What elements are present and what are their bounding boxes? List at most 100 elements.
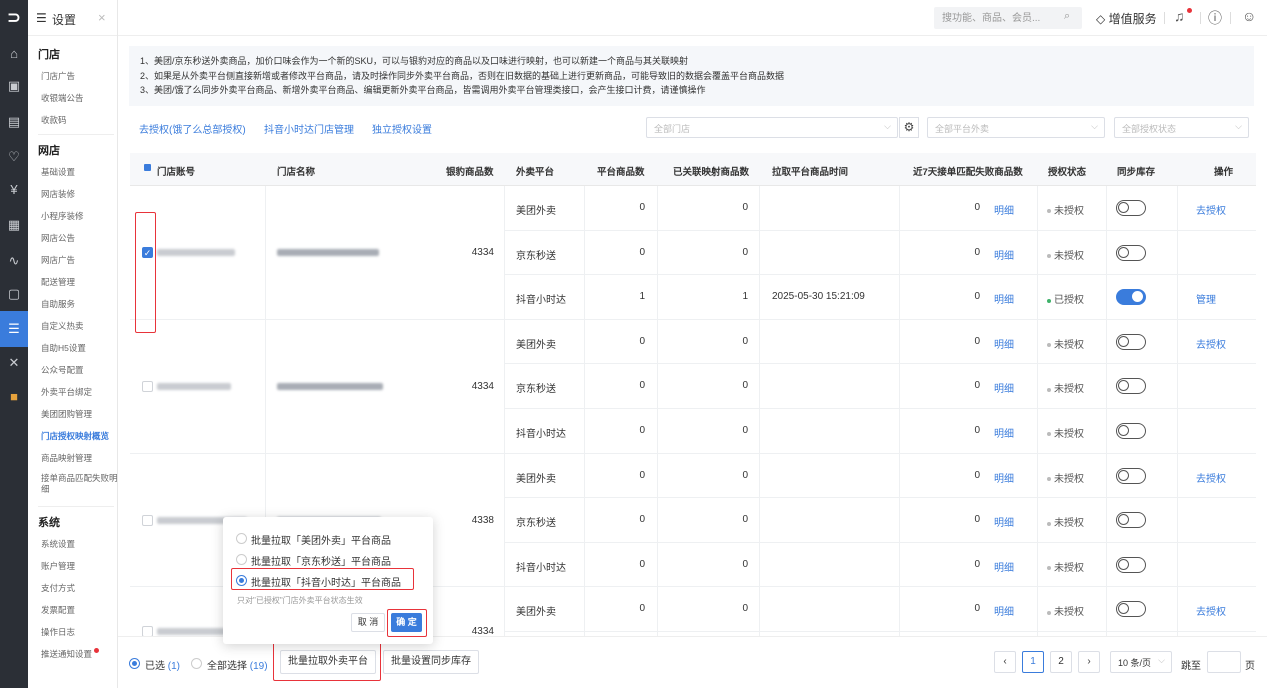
menu-item-basic-settings[interactable]: 基础设置: [41, 166, 117, 178]
gear-icon[interactable]: ⚙: [899, 117, 919, 138]
menu-item-accounts[interactable]: 账户管理: [41, 560, 117, 572]
detail-link[interactable]: 明细: [994, 247, 1014, 262]
detail-link[interactable]: 明细: [994, 470, 1014, 485]
sync-stock-toggle[interactable]: [1116, 512, 1146, 529]
selected-radio[interactable]: [129, 658, 140, 669]
sync-stock-toggle[interactable]: [1116, 378, 1146, 395]
menu-item-platform-binding[interactable]: 外卖平台绑定: [41, 386, 117, 398]
menu-item-online-ad[interactable]: 网店广告: [41, 254, 117, 266]
menu-item-cashier-notice[interactable]: 收银端公告: [41, 92, 117, 104]
menu-item-push-settings[interactable]: 推送通知设置: [41, 648, 117, 660]
auth-status-text: 未授权: [1054, 473, 1084, 485]
menu-item-store-ad[interactable]: 门店广告: [41, 70, 117, 82]
detail-link[interactable]: 明细: [994, 603, 1014, 618]
menu-item-auth-mapping[interactable]: 门店授权映射概览: [41, 430, 117, 442]
chart-icon[interactable]: ∿: [0, 243, 28, 279]
menu-item-product-mapping[interactable]: 商品映射管理: [41, 452, 117, 464]
detail-link[interactable]: 明细: [994, 202, 1014, 217]
detail-link[interactable]: 明细: [994, 336, 1014, 351]
store-row-checkbox[interactable]: [142, 514, 153, 526]
menu-item-self-service[interactable]: 自助服务: [41, 298, 117, 310]
detail-link[interactable]: 明细: [994, 291, 1014, 306]
value-added-service-button[interactable]: ◇ 增值服务: [1096, 10, 1157, 27]
user-avatar-icon[interactable]: ☺: [1242, 8, 1256, 24]
menu-item-h5-settings[interactable]: 自助H5设置: [41, 342, 117, 354]
cancel-button[interactable]: 取 消: [351, 613, 385, 632]
home-icon[interactable]: ⌂: [0, 36, 28, 72]
next-page-button[interactable]: ›: [1078, 651, 1100, 673]
sync-stock-toggle[interactable]: [1116, 467, 1146, 484]
calendar-icon[interactable]: ▤: [0, 104, 28, 140]
option-jd-radio[interactable]: [236, 554, 247, 565]
page-size-select[interactable]: 10 条/页 ⌵: [1110, 651, 1172, 673]
report-icon[interactable]: ▦: [0, 207, 28, 243]
page-2-button[interactable]: 2: [1050, 651, 1072, 673]
operation-link[interactable]: 去授权: [1196, 336, 1226, 351]
operation-link[interactable]: 去授权: [1196, 470, 1226, 485]
bell-icon[interactable]: ♫: [1174, 8, 1185, 24]
sync-stock-toggle[interactable]: [1116, 601, 1146, 618]
operation-link[interactable]: 去授权: [1196, 603, 1226, 618]
douyin-store-link[interactable]: 抖音小时达门店管理: [264, 121, 354, 136]
option-meituan-radio[interactable]: [236, 533, 247, 544]
main-content: 1、美团/京东秒送外卖商品，加价口味会作为一个新的SKU，可以与银豹对应的商品以…: [118, 36, 1267, 688]
menu-item-payment-code[interactable]: 收款码: [41, 114, 117, 126]
prev-page-button[interactable]: ‹: [994, 651, 1016, 673]
page-1-button[interactable]: 1: [1022, 651, 1044, 673]
apps-icon[interactable]: ■: [0, 379, 28, 415]
detail-link[interactable]: 明细: [994, 380, 1014, 395]
detail-link[interactable]: 明细: [994, 425, 1014, 440]
menu-item-operation-log[interactable]: 操作日志: [41, 626, 117, 638]
menu-item-invoice[interactable]: 发票配置: [41, 604, 117, 616]
menu-item-custom-hot[interactable]: 自定义热卖: [41, 320, 117, 332]
batch-sync-button[interactable]: 批量设置同步库存: [383, 650, 479, 674]
goto-page-input[interactable]: [1207, 651, 1241, 673]
option-meituan-label[interactable]: 批量拉取「美团外卖」平台商品: [251, 532, 391, 547]
detail-link[interactable]: 明细: [994, 514, 1014, 529]
close-icon[interactable]: ×: [98, 10, 106, 25]
menu-item-store-decoration[interactable]: 网店装修: [41, 188, 117, 200]
eleme-auth-link[interactable]: 去授权(饿了么总部授权): [139, 121, 246, 136]
operation-link[interactable]: 去授权: [1196, 202, 1226, 217]
heart-icon[interactable]: ♡: [0, 139, 28, 175]
menu-item-match-fail[interactable]: 接单商品匹配失败明细: [41, 473, 117, 495]
sync-stock-toggle[interactable]: [1116, 289, 1146, 306]
menu-item-wechat-config[interactable]: 公众号配置: [41, 364, 117, 376]
app-logo[interactable]: ⊃: [0, 0, 28, 36]
auth-filter-select[interactable]: 全部授权状态 ⌵: [1114, 117, 1249, 138]
table-header: 门店账号 门店名称 银豹商品数 外卖平台 平台商品数 已关联映射商品数 拉取平台…: [130, 153, 1256, 186]
menu-item-system-settings[interactable]: 系统设置: [41, 538, 117, 550]
platform-filter-select[interactable]: 全部平台外卖 ⌵: [927, 117, 1105, 138]
menu-item-group-buying[interactable]: 美团团购管理: [41, 408, 117, 420]
cashier-icon[interactable]: ▣: [0, 68, 28, 104]
col-platform: 外卖平台: [516, 167, 555, 178]
sync-stock-toggle[interactable]: [1116, 423, 1146, 439]
document-icon[interactable]: ▢: [0, 276, 28, 312]
menu-item-payment-methods[interactable]: 支付方式: [41, 582, 117, 594]
search-icon[interactable]: ⌕: [1064, 10, 1070, 23]
tools-icon[interactable]: ✕: [0, 345, 28, 381]
page-unit-label: 页: [1245, 661, 1255, 672]
option-jd-label[interactable]: 批量拉取「京东秒送」平台商品: [251, 553, 391, 568]
help-icon[interactable]: ⓘ: [1208, 8, 1222, 28]
sync-stock-toggle[interactable]: [1116, 200, 1146, 216]
menu-item-online-notice[interactable]: 网店公告: [41, 232, 117, 244]
menu-item-delivery[interactable]: 配送管理: [41, 276, 117, 288]
store-row-checkbox[interactable]: [142, 626, 153, 636]
select-all-checkbox[interactable]: [144, 164, 151, 171]
sync-stock-toggle[interactable]: [1116, 556, 1146, 573]
store-filter-select[interactable]: 全部门店 ⌵: [646, 117, 898, 138]
select-all-label: 全部选择 (19): [207, 657, 268, 672]
menu-item-miniapp-decoration[interactable]: 小程序装修: [41, 210, 117, 222]
independent-auth-link[interactable]: 独立授权设置: [372, 121, 432, 136]
store-filter-value: 全部门店: [654, 124, 691, 134]
sync-stock-toggle[interactable]: [1116, 333, 1146, 350]
finance-icon[interactable]: ¥: [0, 172, 28, 208]
store-row-checkbox[interactable]: [142, 380, 153, 392]
operation-link[interactable]: 管理: [1196, 291, 1216, 306]
global-search-input[interactable]: [934, 7, 1082, 29]
select-all-radio[interactable]: [191, 658, 202, 669]
detail-link[interactable]: 明细: [994, 559, 1014, 574]
sync-stock-toggle[interactable]: [1116, 244, 1146, 261]
settings-icon[interactable]: ☰: [0, 311, 28, 347]
